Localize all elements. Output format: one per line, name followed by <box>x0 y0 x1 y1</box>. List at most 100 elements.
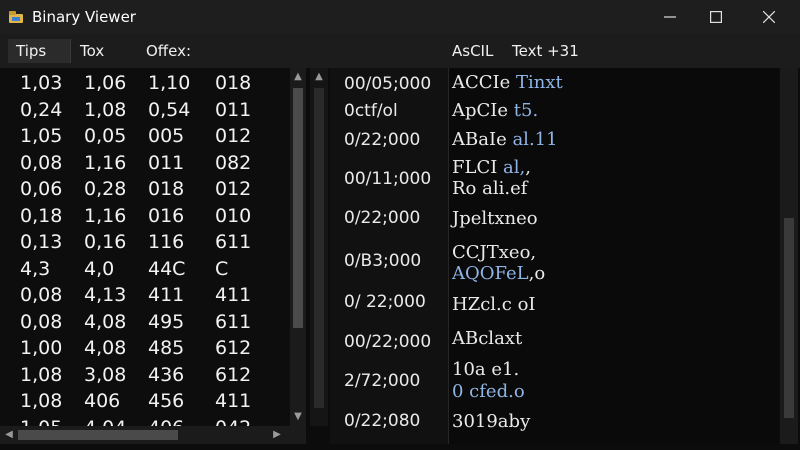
scroll-left-arrow-icon[interactable]: ◀ <box>2 429 16 440</box>
hex-cell[interactable]: 011 <box>148 152 184 174</box>
hex-header: Tips Tox Offex: <box>0 34 330 68</box>
hex-cell[interactable]: 0,16 <box>84 231 126 253</box>
offset-cell[interactable]: 00/22;000 <box>344 332 431 352</box>
hex-cell[interactable]: 411 <box>215 390 251 412</box>
hex-cell[interactable]: 4,08 <box>84 337 126 359</box>
ascii-vertical-scrollbar[interactable] <box>780 68 798 444</box>
hex-cell[interactable]: 010 <box>215 205 251 227</box>
hex-cell[interactable]: 1,08 <box>84 99 126 121</box>
ascii-line[interactable]: ABclaxt <box>452 327 522 351</box>
scroll-up-arrow-icon[interactable]: ▲ <box>312 71 326 82</box>
hex-cell[interactable]: 0,08 <box>20 311 62 333</box>
hex-cell[interactable]: 456 <box>148 390 184 412</box>
offset-cell[interactable]: 0/22;080 <box>344 411 420 431</box>
hex-cell[interactable]: C <box>215 258 228 280</box>
ascii-text: ACCIe <box>452 72 517 93</box>
offset-cell[interactable]: 0/B3;000 <box>344 251 421 271</box>
hex-cell[interactable]: 4,0 <box>84 258 114 280</box>
hex-cell[interactable]: 0,08 <box>20 152 62 174</box>
ascii-line[interactable]: ACCIe Tinxt <box>452 71 563 95</box>
offset-cell[interactable]: 0/ 22;000 <box>344 292 426 312</box>
hex-cell[interactable]: 0,28 <box>84 178 126 200</box>
hex-cell[interactable]: 011 <box>215 99 251 121</box>
scroll-up-arrow-icon[interactable]: ▲ <box>291 71 305 82</box>
ascii-line[interactable]: ApCIe t5. <box>452 99 538 123</box>
hex-cell[interactable]: 612 <box>215 364 251 386</box>
minimize-button[interactable] <box>647 0 693 34</box>
hex-cell[interactable]: 016 <box>148 205 184 227</box>
ascii-highlight-text: AQOFeL <box>452 263 529 284</box>
hex-cell[interactable]: 018 <box>215 72 251 94</box>
offset-cell[interactable]: 2/72;000 <box>344 371 420 391</box>
offset-scroll-thumb[interactable] <box>314 88 324 408</box>
hex-cell[interactable]: 0,05 <box>84 125 126 147</box>
hex-cell[interactable]: 1,06 <box>84 72 126 94</box>
hex-cell[interactable]: 4,3 <box>20 258 50 280</box>
hex-cell[interactable]: 1,10 <box>148 72 190 94</box>
hex-cell[interactable]: 4,13 <box>84 284 126 306</box>
hex-cell[interactable]: 611 <box>215 231 251 253</box>
ascii-line[interactable]: HZcl.c oI <box>452 293 536 317</box>
ascii-line[interactable]: AQOFeL,o <box>452 262 545 286</box>
header-tox[interactable]: Tox <box>80 42 104 60</box>
ascii-line[interactable]: 3019aby <box>452 410 530 434</box>
hex-cell[interactable]: 1,16 <box>84 205 126 227</box>
hex-cell[interactable]: 0,08 <box>20 284 62 306</box>
hex-cell[interactable]: 436 <box>148 364 184 386</box>
hex-cell[interactable]: 44C <box>148 258 185 280</box>
ascii-line[interactable]: 10a e1. <box>452 358 519 382</box>
ascii-line[interactable]: Ro ali.ef <box>452 177 527 201</box>
scroll-right-arrow-icon[interactable]: ▶ <box>270 429 284 440</box>
hex-cell[interactable]: 1,08 <box>20 364 62 386</box>
maximize-button[interactable] <box>693 0 739 34</box>
header-tips[interactable]: Tips <box>16 42 46 60</box>
hex-cell[interactable]: 116 <box>148 231 184 253</box>
header-ascii[interactable]: AsCIL <box>452 42 493 60</box>
hex-cell[interactable]: 0,18 <box>20 205 62 227</box>
hex-cell[interactable]: 1,00 <box>20 337 62 359</box>
hex-cell[interactable]: 1,05 <box>20 125 62 147</box>
ascii-line[interactable]: Jpeltxneo <box>452 207 538 231</box>
hex-cell[interactable]: 005 <box>148 125 184 147</box>
hex-cell[interactable]: 012 <box>215 178 251 200</box>
hex-cell[interactable]: 406 <box>84 390 120 412</box>
hex-cell[interactable]: 1,08 <box>20 390 62 412</box>
header-text[interactable]: Text +31 <box>512 42 579 60</box>
hex-cell[interactable]: 3,08 <box>84 364 126 386</box>
header-offex[interactable]: Offex: <box>146 42 191 60</box>
ascii-line[interactable]: ABaIe al.11 <box>452 128 558 152</box>
ascii-scroll-thumb[interactable] <box>784 218 794 418</box>
hex-cell[interactable]: 0,24 <box>20 99 62 121</box>
ascii-highlight-text: 0 cfed.o <box>452 381 525 402</box>
ascii-line[interactable]: 0 cfed.o <box>452 380 525 404</box>
ascii-text: , <box>525 157 531 178</box>
hex-hscroll-thumb[interactable] <box>18 430 178 440</box>
hex-cell[interactable]: 1,16 <box>84 152 126 174</box>
ascii-text: ABaIe <box>452 129 513 150</box>
close-button[interactable] <box>746 0 792 34</box>
scroll-down-arrow-icon[interactable]: ▼ <box>291 411 305 422</box>
offset-cell[interactable]: 00/05;000 <box>344 74 431 94</box>
hex-cell[interactable]: 018 <box>148 178 184 200</box>
offset-cell[interactable]: 0ctf/ol <box>344 101 398 121</box>
hex-cell[interactable]: 4,08 <box>84 311 126 333</box>
hex-cell[interactable]: 495 <box>148 311 184 333</box>
offset-cell[interactable]: 0/22;000 <box>344 208 420 228</box>
hex-cell[interactable]: 082 <box>215 152 251 174</box>
hex-vertical-scrollbar[interactable]: ▲ ▼ <box>290 68 306 426</box>
hex-horizontal-scrollbar[interactable]: ◀ ▶ <box>0 426 306 444</box>
hex-cell[interactable]: 411 <box>215 284 251 306</box>
hex-cell[interactable]: 611 <box>215 311 251 333</box>
hex-cell[interactable]: 012 <box>215 125 251 147</box>
hex-cell[interactable]: 411 <box>148 284 184 306</box>
hex-cell[interactable]: 0,06 <box>20 178 62 200</box>
hex-cell[interactable]: 0,13 <box>20 231 62 253</box>
offset-cell[interactable]: 00/11;000 <box>344 169 431 189</box>
hex-cell[interactable]: 485 <box>148 337 184 359</box>
hex-cell[interactable]: 612 <box>215 337 251 359</box>
offset-cell[interactable]: 0/22;000 <box>344 130 420 150</box>
hex-scroll-thumb[interactable] <box>293 88 303 328</box>
offset-vertical-scrollbar[interactable]: ▲ <box>310 68 328 426</box>
hex-cell[interactable]: 0,54 <box>148 99 190 121</box>
hex-cell[interactable]: 1,03 <box>20 72 62 94</box>
